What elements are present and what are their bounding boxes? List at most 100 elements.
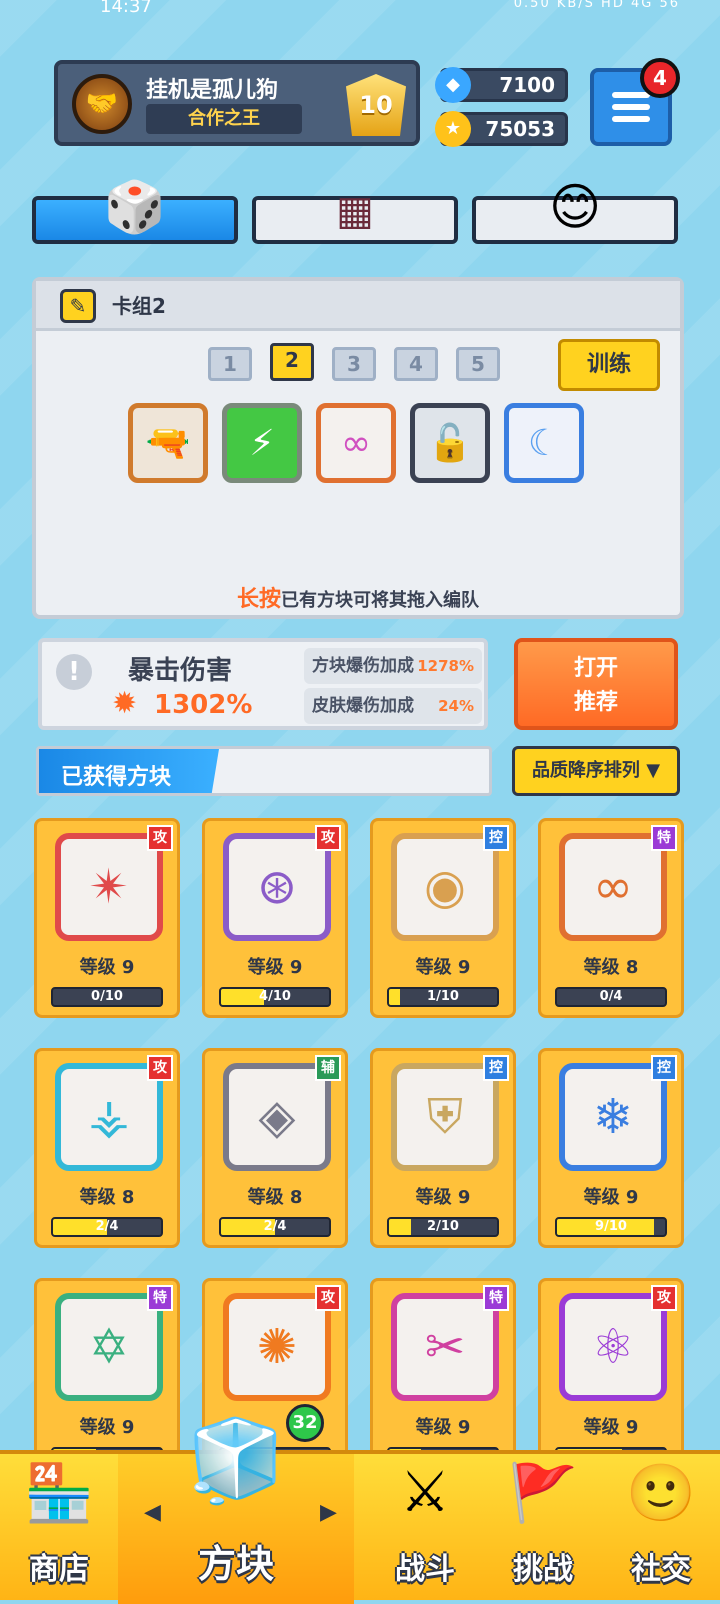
shop-icon: 🏪 <box>24 1461 94 1526</box>
block-icon: ✴ <box>88 859 130 915</box>
block-card[interactable]: ◈ 辅等级 8 2/4 <box>202 1048 348 1248</box>
moon-icon: ☾ <box>527 422 561 464</box>
block-crit-bonus: 方块爆伤加成 1278% <box>304 648 482 684</box>
progress-bar: 2/10 <box>387 1217 499 1237</box>
type-tag: 攻 <box>651 1285 677 1311</box>
block-card[interactable]: ✂ 特等级 9 <box>370 1278 516 1478</box>
progress-bar: 0/10 <box>51 987 163 1007</box>
progress-text: 9/10 <box>595 1219 627 1234</box>
block-level: 等级 8 <box>79 1187 135 1208</box>
type-tag: 攻 <box>315 1285 341 1311</box>
block-card[interactable]: ⛨ 控等级 9 2/10 <box>370 1048 516 1248</box>
handshake-icon: 🤝 <box>72 74 132 134</box>
menu-button[interactable]: 4 <box>590 58 680 146</box>
info-icon[interactable]: ! <box>56 654 92 690</box>
type-tag: 特 <box>651 825 677 851</box>
lightning-icon: ⚡ <box>249 422 275 464</box>
tab-blocks[interactable]: 🎲 <box>32 178 238 244</box>
block-level: 等级 9 <box>415 957 471 978</box>
menu-icon-line <box>612 92 650 98</box>
nav-social[interactable]: 🙂 社交 <box>602 1454 720 1604</box>
nav-shop[interactable]: 🏪 商店 <box>0 1454 118 1604</box>
progress-text: 4/10 <box>259 989 291 1004</box>
block-level: 等级 9 <box>79 957 135 978</box>
block-icon: ✺ <box>256 1319 298 1375</box>
profile-card[interactable]: 🤝 挂机是孤儿狗 合作之王 10 <box>54 60 420 146</box>
block-level: 等级 8 <box>247 1187 303 1208</box>
block-icon: ⚶ <box>88 1089 130 1145</box>
block-level: 等级 9 <box>583 1187 639 1208</box>
tab-skins[interactable]: 😊 <box>472 178 678 244</box>
block-icon: ∞ <box>593 859 633 915</box>
block-icon: ✡ <box>88 1319 130 1375</box>
block-level: 等级 8 <box>583 957 639 978</box>
gun-icon: 🔫 <box>145 423 191 464</box>
block-card[interactable]: ⚛ 攻等级 9 <box>538 1278 684 1478</box>
bonus-value: 24% <box>438 697 474 715</box>
block-icon: ⚛ <box>591 1319 635 1375</box>
deck-slot[interactable]: ⚡ <box>222 403 302 483</box>
nav-challenge[interactable]: 🚩 挑战 <box>484 1454 602 1604</box>
bonus-value: 1278% <box>417 657 474 675</box>
progress-bar: 0/4 <box>555 987 667 1007</box>
block-card[interactable]: ⊛ 攻等级 9 4/10 <box>202 818 348 1018</box>
block-card[interactable]: ◉ 控等级 9 1/10 <box>370 818 516 1018</box>
menu-icon-line <box>612 104 650 110</box>
block-card[interactable]: ❄ 控等级 9 9/10 <box>538 1048 684 1248</box>
deck-title: 卡组2 <box>112 294 166 318</box>
hint-text: 已有方块可将其拖入编队 <box>281 590 479 611</box>
crit-label: 暴击伤害 <box>128 656 233 686</box>
block-card[interactable]: ⚶ 攻等级 8 2/4 <box>34 1048 180 1248</box>
block-level: 等级 9 <box>583 1417 639 1438</box>
smile-icon: 😊 <box>548 178 602 236</box>
block-icon: ⛨ <box>426 1088 463 1145</box>
deck-slot[interactable]: ☾ <box>504 403 584 483</box>
open-recommend-button[interactable]: 打开 推荐 <box>514 638 678 730</box>
block-card[interactable]: ∞ 特等级 8 0/4 <box>538 818 684 1018</box>
nav-blocks[interactable]: 🧊 方块 <box>118 1414 354 1604</box>
coin-icon: ★ <box>435 111 471 147</box>
flag-icon: 🚩 <box>508 1461 578 1526</box>
type-tag: 辅 <box>315 1055 341 1081</box>
deck-tab-1[interactable]: 1 <box>208 347 252 381</box>
dice-icon: 🎲 <box>103 178 167 236</box>
progress-bar: 2/4 <box>51 1217 163 1237</box>
prev-arrow-icon[interactable]: ◀ <box>144 1500 161 1525</box>
player-title: 合作之王 <box>146 104 302 134</box>
pencil-icon[interactable]: ✎ <box>60 289 96 323</box>
progress-bar: 9/10 <box>555 1217 667 1237</box>
nav-label: 商店 <box>29 1552 89 1587</box>
type-tag: 控 <box>483 825 509 851</box>
deck-slot[interactable]: ∞ <box>316 403 396 483</box>
rank-badge: 10 <box>346 74 406 136</box>
train-button[interactable]: 训练 <box>558 339 660 391</box>
status-bar: 14:37 0.50 KB/S HD 4G 56 <box>0 0 720 22</box>
deck-slot[interactable]: 🔫 <box>128 403 208 483</box>
progress-text: 0/10 <box>91 989 123 1004</box>
deck-tab-3[interactable]: 3 <box>332 347 376 381</box>
block-icon: ⊛ <box>256 859 298 915</box>
nav-label: 方块 <box>197 1542 274 1586</box>
progress-text: 0/4 <box>599 989 623 1004</box>
nav-battle[interactable]: ⚔ 战斗 <box>366 1454 484 1604</box>
next-arrow-icon[interactable]: ▶ <box>320 1500 337 1525</box>
deck-tab-2[interactable]: 2 <box>270 343 314 381</box>
block-icon: ❄ <box>592 1089 634 1145</box>
deck-panel: ✎ 卡组2 1 2 3 4 5 训练 🔫 ⚡ ∞ 🔓 ☾ 长按已有方块可将其拖入… <box>32 277 684 619</box>
sort-dropdown[interactable]: 品质降序排列 ▼ <box>512 746 680 796</box>
player-name: 挂机是孤儿狗 <box>146 78 279 103</box>
gem-counter[interactable]: ◆ 7100 <box>435 67 568 103</box>
tab-board[interactable]: ▦ <box>252 188 458 244</box>
status-indicators: 0.50 KB/S HD 4G 56 <box>513 0 680 11</box>
deck-tab-4[interactable]: 4 <box>394 347 438 381</box>
block-card[interactable]: ✴ 攻等级 9 0/10 <box>34 818 180 1018</box>
deck-tab-5[interactable]: 5 <box>456 347 500 381</box>
deck-slot-locked[interactable]: 🔓 <box>410 403 490 483</box>
gem-amount: 7100 <box>499 73 555 97</box>
crit-panel: ! 暴击伤害 ✹ 1302% 方块爆伤加成 1278% 皮肤爆伤加成 24% <box>38 638 488 730</box>
coin-counter[interactable]: ★ 75053 <box>435 111 568 147</box>
coin-amount: 75053 <box>485 117 555 141</box>
progress-text: 2/4 <box>263 1219 287 1234</box>
type-tag: 攻 <box>315 825 341 851</box>
block-icon: ◈ <box>258 1089 296 1145</box>
